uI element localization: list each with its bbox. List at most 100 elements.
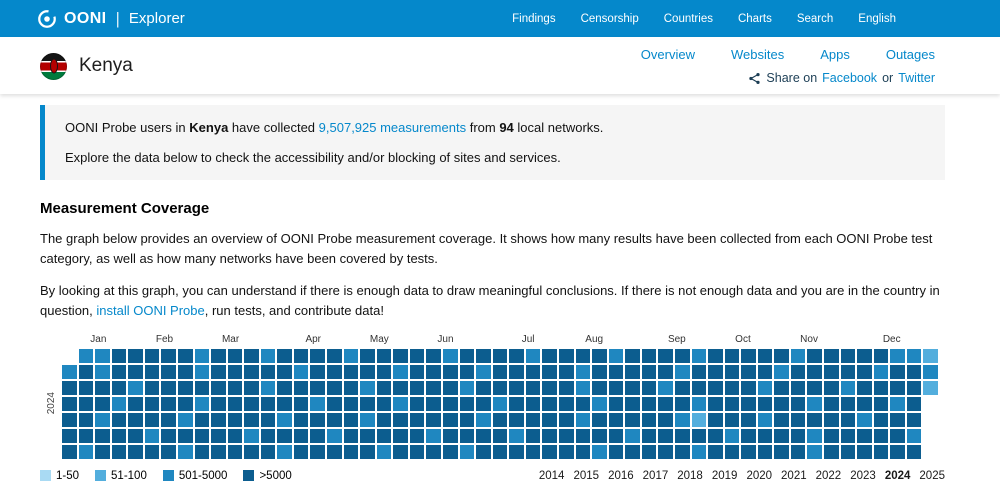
heatmap-cell[interactable] <box>791 445 806 459</box>
heatmap-cell[interactable] <box>211 381 226 395</box>
heatmap-cell[interactable] <box>807 397 822 411</box>
heatmap-cell[interactable] <box>642 397 657 411</box>
heatmap-cell[interactable] <box>857 349 872 363</box>
heatmap-cell[interactable] <box>807 413 822 427</box>
heatmap-cell[interactable] <box>195 413 210 427</box>
heatmap-cell[interactable] <box>377 365 392 379</box>
heatmap-cell[interactable] <box>244 413 259 427</box>
heatmap-cell[interactable] <box>128 445 143 459</box>
heatmap-cell[interactable] <box>95 397 110 411</box>
heatmap-cell[interactable] <box>211 413 226 427</box>
heatmap-cell[interactable] <box>907 397 922 411</box>
heatmap-cell[interactable] <box>725 413 740 427</box>
heatmap-cell[interactable] <box>460 349 475 363</box>
heatmap-cell[interactable] <box>824 365 839 379</box>
heatmap-cell[interactable] <box>741 429 756 443</box>
heatmap-cell[interactable] <box>310 365 325 379</box>
heatmap-cell[interactable] <box>907 413 922 427</box>
heatmap-cell[interactable] <box>79 413 94 427</box>
heatmap-cell[interactable] <box>327 429 342 443</box>
heatmap-cell[interactable] <box>774 413 789 427</box>
year-option-2021[interactable]: 2021 <box>781 470 807 482</box>
heatmap-cell[interactable] <box>807 349 822 363</box>
year-option-2014[interactable]: 2014 <box>539 470 565 482</box>
heatmap-cell[interactable] <box>741 365 756 379</box>
heatmap-cell[interactable] <box>79 381 94 395</box>
heatmap-cell[interactable] <box>493 429 508 443</box>
heatmap-cell[interactable] <box>310 397 325 411</box>
heatmap-cell[interactable] <box>526 349 541 363</box>
heatmap-cell[interactable] <box>426 365 441 379</box>
heatmap-cell[interactable] <box>609 349 624 363</box>
heatmap-cell[interactable] <box>807 445 822 459</box>
heatmap-cell[interactable] <box>841 365 856 379</box>
heatmap-cell[interactable] <box>923 365 938 379</box>
heatmap-cell[interactable] <box>841 381 856 395</box>
heatmap-cell[interactable] <box>542 381 557 395</box>
heatmap-cell[interactable] <box>178 429 193 443</box>
heatmap-cell[interactable] <box>410 413 425 427</box>
heatmap-cell[interactable] <box>426 349 441 363</box>
heatmap-cell[interactable] <box>261 397 276 411</box>
heatmap-cell[interactable] <box>344 413 359 427</box>
heatmap-cell[interactable] <box>774 365 789 379</box>
heatmap-cell[interactable] <box>228 429 243 443</box>
heatmap-cell[interactable] <box>344 429 359 443</box>
heatmap-cell[interactable] <box>725 429 740 443</box>
heatmap-cell[interactable] <box>592 381 607 395</box>
heatmap-cell[interactable] <box>327 413 342 427</box>
heatmap-cell[interactable] <box>476 429 491 443</box>
heatmap-cell[interactable] <box>774 349 789 363</box>
heatmap-cell[interactable] <box>178 413 193 427</box>
heatmap-cell[interactable] <box>559 365 574 379</box>
heatmap-cell[interactable] <box>443 429 458 443</box>
heatmap-cell[interactable] <box>62 381 77 395</box>
heatmap-cell[interactable] <box>327 397 342 411</box>
heatmap-cell[interactable] <box>609 413 624 427</box>
heatmap-cell[interactable] <box>145 397 160 411</box>
heatmap-cell[interactable] <box>95 429 110 443</box>
heatmap-cell[interactable] <box>658 365 673 379</box>
heatmap-cell[interactable] <box>211 445 226 459</box>
country-tab-websites[interactable]: Websites <box>731 47 784 62</box>
heatmap-cell[interactable] <box>625 413 640 427</box>
heatmap-cell[interactable] <box>542 349 557 363</box>
heatmap-cell[interactable] <box>526 429 541 443</box>
heatmap-cell[interactable] <box>228 365 243 379</box>
heatmap-cell[interactable] <box>791 413 806 427</box>
heatmap-cell[interactable] <box>476 445 491 459</box>
heatmap-cell[interactable] <box>79 445 94 459</box>
heatmap-cell[interactable] <box>294 349 309 363</box>
heatmap-cell[interactable] <box>609 365 624 379</box>
heatmap-cell[interactable] <box>857 365 872 379</box>
heatmap-cell[interactable] <box>758 365 773 379</box>
heatmap-cell[interactable] <box>774 429 789 443</box>
heatmap-cell[interactable] <box>261 445 276 459</box>
heatmap-cell[interactable] <box>128 381 143 395</box>
heatmap-cell[interactable] <box>261 429 276 443</box>
heatmap-cell[interactable] <box>791 397 806 411</box>
topnav-item-censorship[interactable]: Censorship <box>581 13 639 25</box>
topnav-item-countries[interactable]: Countries <box>664 13 713 25</box>
heatmap-cell[interactable] <box>625 429 640 443</box>
heatmap-cell[interactable] <box>841 397 856 411</box>
heatmap-cell[interactable] <box>426 429 441 443</box>
heatmap-cell[interactable] <box>360 397 375 411</box>
heatmap-cell[interactable] <box>774 445 789 459</box>
heatmap-cell[interactable] <box>642 445 657 459</box>
heatmap-cell[interactable] <box>576 381 591 395</box>
heatmap-cell[interactable] <box>559 397 574 411</box>
heatmap-cell[interactable] <box>476 397 491 411</box>
heatmap-cell[interactable] <box>725 445 740 459</box>
heatmap-cell[interactable] <box>807 381 822 395</box>
heatmap-cell[interactable] <box>874 381 889 395</box>
heatmap-cell[interactable] <box>509 429 524 443</box>
heatmap-cell[interactable] <box>161 381 176 395</box>
heatmap-cell[interactable] <box>692 349 707 363</box>
heatmap-cell[interactable] <box>145 413 160 427</box>
heatmap-cell[interactable] <box>774 397 789 411</box>
heatmap-cell[interactable] <box>841 413 856 427</box>
heatmap-cell[interactable] <box>128 397 143 411</box>
heatmap-cell[interactable] <box>426 381 441 395</box>
heatmap-cell[interactable] <box>542 397 557 411</box>
